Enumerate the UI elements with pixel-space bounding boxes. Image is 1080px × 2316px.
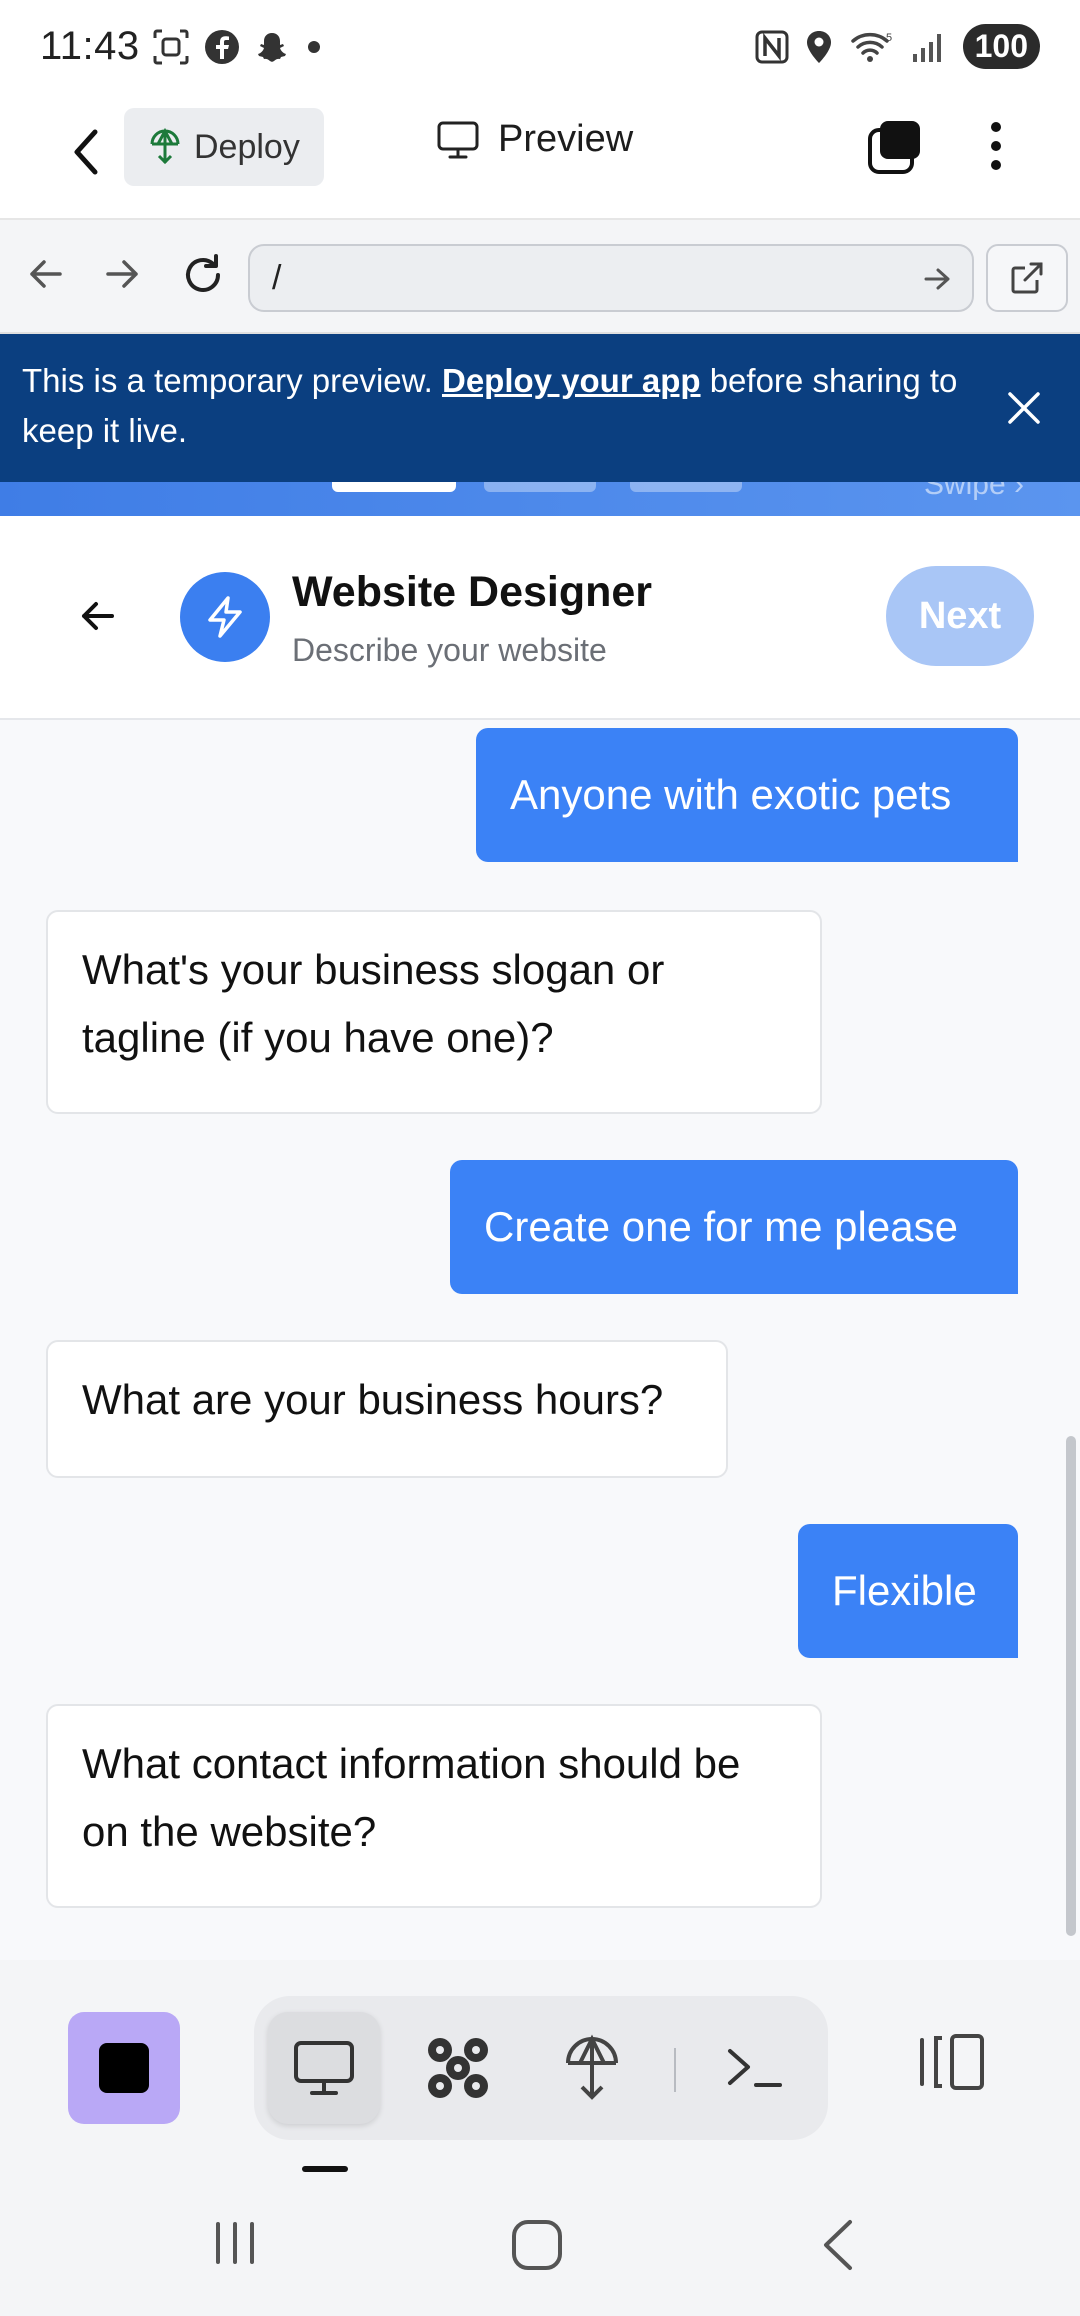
recents-icon <box>216 2222 254 2264</box>
tabs-icon <box>868 121 920 174</box>
nav-forward-button[interactable] <box>102 254 142 299</box>
swipe-indicator <box>630 482 742 492</box>
swipe-hint: Swipe › <box>923 482 1024 501</box>
webview-url-bar: / <box>0 220 1080 334</box>
app-title: Website Designer <box>292 568 653 616</box>
url-value: / <box>272 258 282 297</box>
replit-top-bar: Deploy Preview <box>0 96 1080 220</box>
swipe-indicator <box>484 482 596 492</box>
arrow-left-icon <box>30 260 62 288</box>
app-subtitle: Describe your website <box>292 632 607 668</box>
split-view-icon <box>920 2034 984 2090</box>
svg-text:5: 5 <box>886 32 892 44</box>
app-header: Website Designer Describe your website N… <box>0 516 1080 720</box>
home-button[interactable] <box>510 2218 564 2272</box>
deploy-icon <box>150 128 180 165</box>
temporary-preview-banner: This is a temporary preview. Deploy your… <box>0 334 1080 482</box>
close-icon[interactable] <box>1002 386 1046 430</box>
tool-separator <box>674 2048 676 2092</box>
deploy-icon <box>566 2034 618 2100</box>
preview-tab[interactable]: Preview <box>436 118 633 161</box>
nav-back-button[interactable] <box>26 254 66 299</box>
wifi-icon: 5 <box>850 32 892 62</box>
lightning-icon <box>208 596 242 638</box>
status-bar: 11:43 5 100 <box>0 0 1080 96</box>
signal-icon <box>912 33 941 62</box>
more-dot <box>991 141 1001 151</box>
screenshot-icon <box>153 29 189 65</box>
stop-icon <box>99 2043 149 2093</box>
open-external-button[interactable] <box>986 244 1068 312</box>
arrow-left-icon <box>82 602 114 630</box>
chat-scrollbar[interactable] <box>1066 1436 1076 1936</box>
swipe-indicator-active <box>332 482 456 492</box>
preview-label: Preview <box>498 118 634 160</box>
deploy-your-app-link[interactable]: Deploy your app <box>442 362 701 399</box>
battery-indicator: 100 <box>962 24 1040 69</box>
more-dot <box>991 122 1001 132</box>
monitor-icon <box>437 121 479 158</box>
deploy-label: Deploy <box>194 127 300 166</box>
status-left-icons <box>152 28 324 66</box>
back-button[interactable] <box>56 122 116 182</box>
reload-icon <box>186 254 220 292</box>
more-dot <box>991 160 1001 170</box>
facebook-icon <box>205 30 239 64</box>
reload-button[interactable] <box>180 252 226 303</box>
preview-monitor-icon <box>294 2041 354 2095</box>
system-back-button[interactable] <box>818 2218 858 2272</box>
user-message: Anyone with exotic pets <box>476 728 1018 862</box>
workspace-toolbar <box>0 1960 1080 2180</box>
tool-agent[interactable] <box>402 2012 514 2124</box>
deploy-button[interactable]: Deploy <box>124 108 324 186</box>
url-input[interactable]: / <box>248 244 974 312</box>
external-link-icon <box>1011 262 1043 294</box>
tool-shell[interactable] <box>698 2012 810 2124</box>
snapchat-icon <box>258 33 286 62</box>
tool-preview[interactable] <box>268 2012 380 2124</box>
chevron-left-icon <box>824 2220 852 2270</box>
location-icon <box>806 30 831 63</box>
chevron-left-icon <box>74 129 98 175</box>
home-icon <box>512 2220 562 2270</box>
dot-icon <box>308 41 320 53</box>
app-logo <box>180 572 270 662</box>
app-back-button[interactable] <box>78 596 118 641</box>
recents-button[interactable] <box>210 2218 260 2268</box>
tool-deploy[interactable] <box>536 2012 648 2124</box>
bot-message: What are your business hours? <box>46 1340 728 1478</box>
swipe-strip: Swipe › <box>0 482 1080 516</box>
user-message: Create one for me please <box>450 1160 1018 1294</box>
layout-toggle-button[interactable] <box>916 2032 988 2097</box>
chat-thread[interactable]: Anyone with exotic pets What's your busi… <box>0 720 1080 1960</box>
tool-switcher <box>254 1996 828 2140</box>
shell-icon <box>728 2049 782 2087</box>
banner-text-before: This is a temporary preview. <box>22 362 442 399</box>
bot-message: What's your business slogan or tagline (… <box>46 910 822 1114</box>
status-right-icons: 5 100 <box>755 24 1040 69</box>
arrow-right-icon <box>106 260 138 288</box>
more-options-button[interactable] <box>978 116 1014 176</box>
bot-message: What contact information should be on th… <box>46 1704 822 1908</box>
stop-button[interactable] <box>68 2012 180 2124</box>
next-button[interactable]: Next <box>886 566 1034 666</box>
status-time: 11:43 <box>40 24 140 68</box>
user-message: Flexible <box>798 1524 1018 1658</box>
tabs-button[interactable] <box>866 118 924 181</box>
active-tool-indicator <box>302 2166 348 2172</box>
go-arrow-icon[interactable] <box>922 264 952 294</box>
nfc-icon <box>755 30 789 63</box>
agent-icon <box>428 2038 488 2098</box>
system-nav-bar <box>0 2180 1080 2316</box>
